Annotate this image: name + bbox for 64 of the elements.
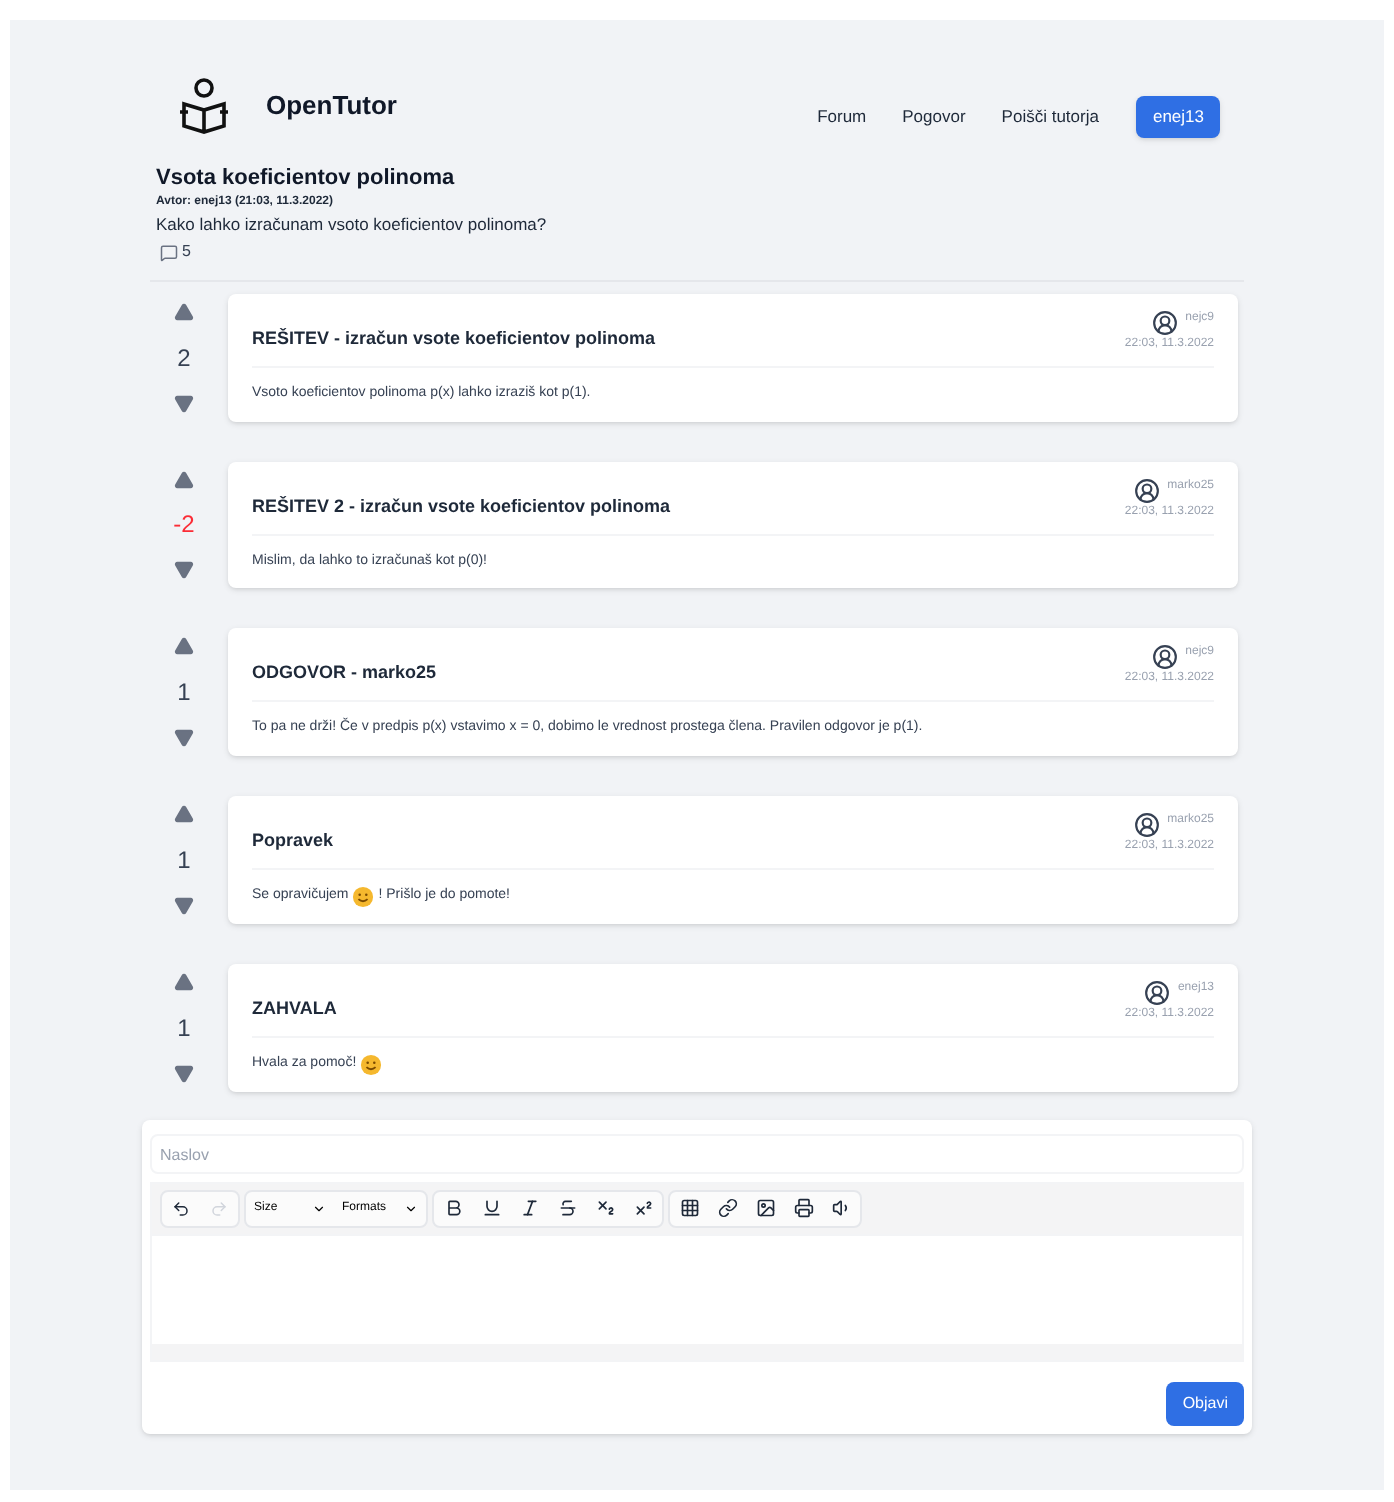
printer-icon	[793, 1198, 813, 1218]
user-icon	[1151, 644, 1178, 670]
nav-link[interactable]: Forum	[803, 104, 881, 130]
down-arrow-icon	[174, 393, 194, 413]
down-arrow-icon	[174, 895, 194, 915]
upvote-button[interactable]	[174, 302, 194, 322]
downvote-button[interactable]	[174, 727, 194, 747]
undo-icon	[172, 1199, 190, 1217]
user-button[interactable]: enej13	[1136, 96, 1220, 138]
nav-link[interactable]: Poišči tutorja	[987, 104, 1113, 130]
brand-name: OpenTutor	[266, 87, 397, 124]
chevron-icon	[404, 1201, 418, 1215]
vote-score: -2	[173, 508, 195, 543]
down-arrow-icon	[174, 1063, 194, 1083]
answer-title: REŠITEV - izračun vsote koeficientov polinoma	[252, 326, 656, 352]
comment-icon	[160, 243, 178, 261]
vote-score: 2	[177, 341, 191, 376]
comment-count: 5	[182, 240, 191, 264]
reading-person-icon	[174, 74, 234, 135]
subscript-icon	[595, 1198, 615, 1218]
image-icon	[755, 1198, 775, 1218]
user-icon	[1151, 310, 1178, 336]
up-arrow-icon	[174, 636, 194, 656]
smiley-icon	[360, 1053, 383, 1075]
downvote-button[interactable]	[174, 560, 194, 580]
up-arrow-icon	[174, 971, 194, 991]
upvote-button[interactable]	[174, 469, 194, 489]
up-arrow-icon	[174, 302, 194, 322]
up-arrow-icon	[174, 469, 194, 489]
downvote-button[interactable]	[174, 393, 194, 413]
user-icon	[1133, 811, 1160, 837]
question-title: Vsota koeficientov polinoma	[156, 163, 455, 194]
superscript-icon	[633, 1198, 653, 1218]
up-arrow-icon	[174, 803, 194, 823]
vote-score: 1	[177, 1011, 191, 1045]
upvote-button[interactable]	[174, 636, 194, 656]
table-icon	[679, 1198, 699, 1218]
answer-title: REŠITEV 2 - izračun vsote koeficientov polinoma	[252, 493, 671, 520]
user-icon	[1143, 979, 1170, 1005]
strikethrough-icon	[557, 1198, 577, 1218]
downvote-button[interactable]	[174, 1063, 194, 1083]
answer-title: ZAHVALA	[252, 995, 337, 1021]
answer-title: ODGOVOR - marko25	[252, 660, 437, 686]
link-icon	[717, 1198, 737, 1218]
chevron-icon	[312, 1201, 326, 1215]
smiley-icon	[352, 885, 375, 907]
downvote-button[interactable]	[174, 895, 194, 915]
upvote-button[interactable]	[174, 971, 194, 991]
down-arrow-icon	[174, 727, 194, 747]
nav-link[interactable]: Pogovor	[888, 104, 980, 130]
redo-icon	[210, 1199, 228, 1217]
speaker-icon	[831, 1198, 851, 1218]
submit-button[interactable]: Objavi	[1166, 1381, 1244, 1425]
bold-icon	[443, 1198, 463, 1218]
question-text: Kako lahko izračunam vsoto koeficientov polinoma?	[156, 212, 547, 238]
vote-score: 1	[177, 675, 191, 710]
italic-icon	[519, 1198, 539, 1218]
upvote-button[interactable]	[174, 803, 194, 823]
title-field[interactable]: Naslov	[150, 1134, 1244, 1174]
user-icon	[1133, 477, 1160, 503]
vote-score: 1	[177, 843, 191, 877]
answer-title: Popravek	[252, 827, 334, 854]
down-arrow-icon	[174, 560, 194, 580]
underline-icon	[481, 1198, 501, 1218]
